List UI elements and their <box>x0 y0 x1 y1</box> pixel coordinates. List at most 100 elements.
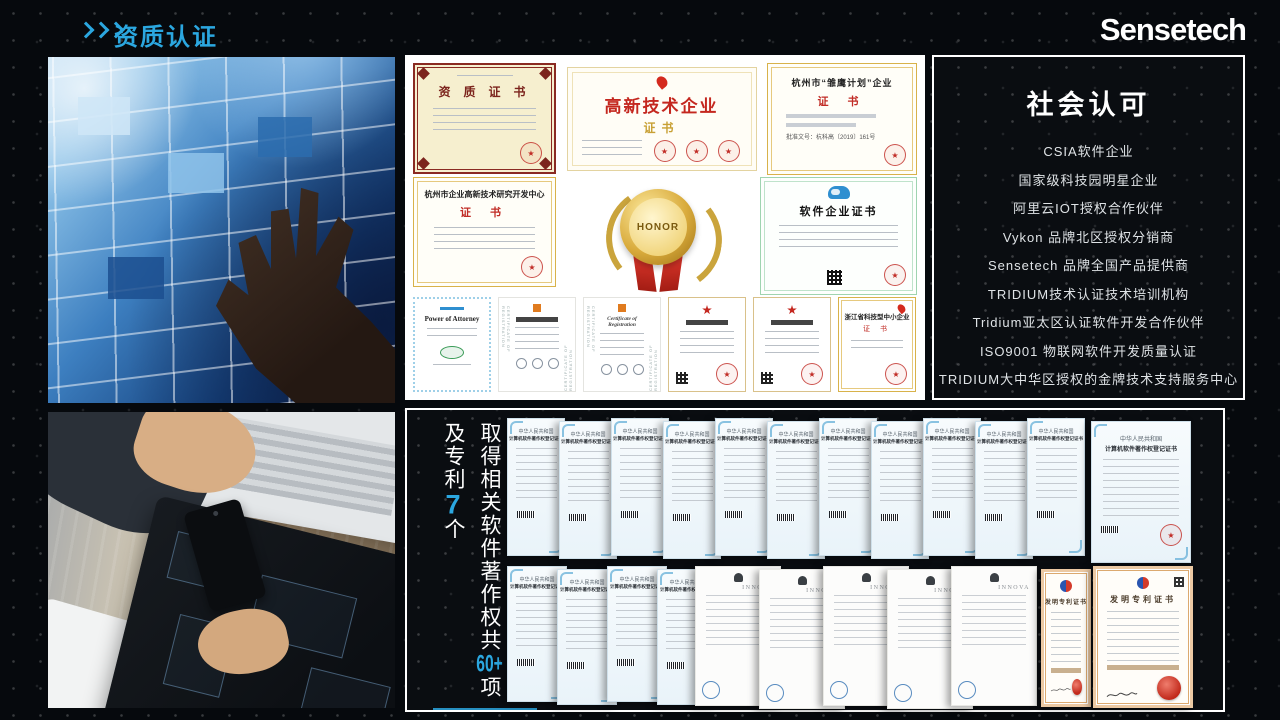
software-enterprise-certificate: 软件企业证书 ★ <box>760 177 917 295</box>
red-emblem-seal-icon <box>1157 676 1181 700</box>
certificate-subtitle: 证书 <box>580 119 744 136</box>
qualification-certificate: 资 质 证 书 ★ <box>413 63 556 174</box>
page-title: 资质认证 <box>114 17 218 52</box>
copyright-cert-country: 中华人民共和国 <box>519 576 554 583</box>
crest-icon <box>798 576 807 585</box>
certificates-row-2: 杭州市企业高新技术研究开发中心 证 书 ★ HONOR 软件企业证书 ★ <box>413 177 917 295</box>
certificates-row-1: 资 质 证 书 ★ 高新技术企业 证书 ★ ★ ★ 杭州市“雏鹰计划”企业 证 … <box>413 63 917 175</box>
software-copyright-certificate-thumb: 中华人民共和国 计算机软件著作权登记证书 <box>611 418 669 556</box>
red-seal-icon: ★ <box>716 363 738 385</box>
copyright-cert-country: 中华人民共和国 <box>830 428 865 435</box>
certificate-subtitle: 证 书 <box>844 324 910 334</box>
patent-cert-title: 发明专利证书 <box>1045 597 1087 606</box>
software-copyright-certificate-thumb: 中华人民共和国 计算机软件著作权登记证书 <box>975 421 1033 559</box>
barcode-icon <box>621 511 639 518</box>
copyright-cert-country: 中华人民共和国 <box>726 428 761 435</box>
seal-row: ★ ★ ★ <box>654 140 740 162</box>
innova-certificate-thumb: INNOVA <box>951 566 1037 706</box>
barcode-icon <box>933 511 951 518</box>
software-copyright-certificate-thumb: 中华人民共和国 计算机软件著作权登记证书 <box>923 418 981 556</box>
copyright-cert-country: 中华人民共和国 <box>934 428 969 435</box>
blue-seal-icon <box>958 681 976 699</box>
certificate-strips: 中华人民共和国 计算机软件著作权登记证书 中华人民共和国 计算机软件著作权登记证… <box>507 414 1223 708</box>
copyright-cert-title: 计算机软件著作权登记证书 <box>509 436 563 442</box>
barcode-icon <box>1037 511 1055 518</box>
social-item: 阿里云IOT授权合作伙伴 <box>934 195 1243 224</box>
copyright-cert-country: 中华人民共和国 <box>986 431 1021 438</box>
social-item: CSIA软件企业 <box>934 138 1243 167</box>
registration-certificate-en: CERTIFICATE OF REGISTRATION CERTIFICATE … <box>583 297 661 392</box>
patent-certificate-thumb: 发明专利证书 <box>1093 566 1193 708</box>
certificate-title: Power of Attorney <box>421 315 483 323</box>
signature-icon <box>1105 690 1139 700</box>
software-copyright-certificate-thumb: 中华人民共和国 计算机软件著作权登记证书 <box>819 418 877 556</box>
side-text: CERTIFICATE OF REGISTRATION <box>501 306 511 391</box>
accent-underline <box>433 708 537 710</box>
sme-certificate: 浙江省科技型中小企业 证 书 ★ <box>838 297 916 392</box>
hitech-enterprise-certificate: 高新技术企业 证书 ★ ★ ★ <box>567 67 757 171</box>
mosaic-tile <box>108 257 164 299</box>
red-seal-icon: ★ <box>686 140 708 162</box>
blue-seal-icon <box>766 684 784 702</box>
crest-icon <box>862 573 871 582</box>
certificate-title: Certificate of Registration <box>596 316 648 328</box>
copyright-cert-country: 中华人民共和国 <box>674 431 709 438</box>
copyright-cert-country: 中华人民共和国 <box>1038 428 1073 435</box>
copyright-cert-country: 中华人民共和国 <box>570 431 605 438</box>
barcode-icon <box>777 514 795 521</box>
side-text: CERTIFICATE OF REGISTRATION <box>563 306 573 391</box>
red-seal-icon: ★ <box>1160 524 1182 546</box>
social-item: TRIDIUM大中华区授权的金牌技术支持服务中心 <box>934 366 1243 395</box>
social-list: CSIA软件企业国家级科技园明星企业阿里云IOT授权合作伙伴Vykon 品牌北区… <box>934 138 1243 395</box>
social-item: Vykon 品牌北区授权分销商 <box>934 224 1243 253</box>
qr-code-icon <box>761 372 773 384</box>
honor-medal-icon: HONOR <box>598 179 718 295</box>
flame-logo-icon <box>654 74 669 90</box>
social-item: TRIDIUM技术认证技术培训机构 <box>934 281 1243 310</box>
csia-cloud-logo-icon <box>828 186 850 199</box>
photo-desk-devices <box>48 412 395 708</box>
certificate-subtitle: 证 书 <box>423 204 546 220</box>
copyright-cert-title: 计算机软件著作权登记证书 <box>665 439 719 445</box>
copyright-strip-top: 中华人民共和国 计算机软件著作权登记证书 中华人民共和国 计算机软件著作权登记证… <box>507 418 1191 562</box>
patent-cert-title: 发明专利证书 <box>1110 594 1176 605</box>
software-copyright-certificate-thumb: 中华人民共和国 计算机软件著作权登记证书 <box>871 421 929 559</box>
copyright-strip-bottom: 中华人民共和国 计算机软件著作权登记证书 中华人民共和国 计算机软件著作权登记证… <box>507 566 1193 708</box>
copyright-cert-country: 中华人民共和国 <box>882 431 917 438</box>
copyright-cert-title: 计算机软件著作权登记证书 <box>610 584 664 590</box>
green-stamp-icon <box>440 346 464 359</box>
barcode-icon <box>617 659 635 666</box>
certificate-title: 杭州市企业高新技术研究开发中心 <box>423 189 546 200</box>
copyright-cert-title: 计算机软件著作权登记证书 <box>925 436 979 442</box>
red-seal-icon: ★ <box>884 264 906 286</box>
certificate-title: 资 质 证 书 <box>425 83 544 100</box>
national-emblem-icon <box>702 305 712 315</box>
certificate-title: 杭州市“雏鹰计划”企业 <box>778 76 906 89</box>
copyright-cert-title: 计算机软件著作权登记证书 <box>821 436 875 442</box>
red-seal-icon: ★ <box>520 142 542 164</box>
red-emblem-seal-icon <box>1072 679 1082 695</box>
blue-seal-icon <box>702 681 720 699</box>
medal-label: HONOR <box>637 222 679 233</box>
barcode-icon <box>725 511 743 518</box>
patent-certificate-thumb: 发明专利证书 <box>1041 569 1091 707</box>
business-license-certificate: ★ <box>668 297 746 392</box>
social-item: Sensetech 品牌全国产品提供商 <box>934 252 1243 281</box>
barcode-icon <box>881 514 899 521</box>
barcode-icon <box>673 514 691 521</box>
social-recognition-panel: 社会认可 CSIA软件企业国家级科技园明星企业阿里云IOT授权合作伙伴Vykon… <box>932 55 1245 400</box>
copyright-cert-country: 中华人民共和国 <box>569 579 604 586</box>
copyright-cert-title: 计算机软件著作权登记证书 <box>613 436 667 442</box>
copyright-cert-title: 计算机软件著作权登记证书 <box>1105 444 1177 453</box>
copyright-cert-title: 计算机软件著作权登记证书 <box>769 439 823 445</box>
caption-text: 个 <box>442 518 465 541</box>
rnd-center-certificate: 杭州市企业高新技术研究开发中心 证 书 ★ <box>413 177 556 287</box>
barcode-icon <box>567 662 585 669</box>
national-emblem-icon <box>787 305 797 315</box>
copyright-cert-title: 计算机软件著作权登记证书 <box>561 439 615 445</box>
certificate-title: 软件企业证书 <box>771 203 906 219</box>
accreditation-logos <box>511 358 563 369</box>
qr-code-icon <box>827 270 842 285</box>
patents-panel: 取得相关软件著作权共60+项及专利7个 中华人民共和国 计算机软件著作权登记证书… <box>405 408 1225 712</box>
qr-code-icon <box>676 372 688 384</box>
